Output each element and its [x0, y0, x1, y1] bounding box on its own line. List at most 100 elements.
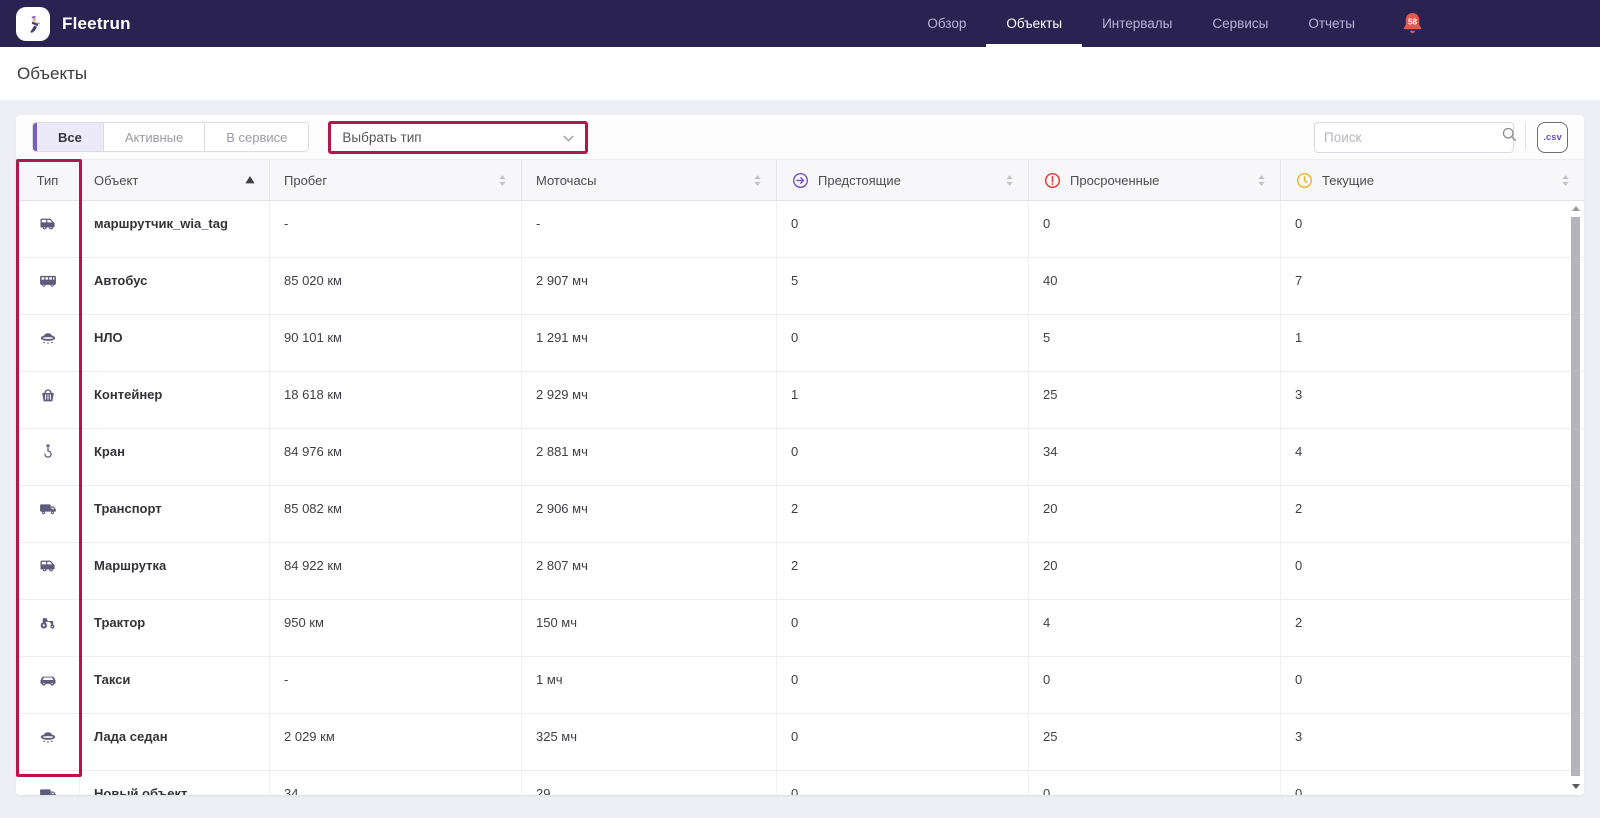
mileage-cell: - — [270, 657, 522, 713]
table-row[interactable]: Такси -1 мч 0 0 0 — [16, 657, 1584, 714]
engine-hours-cell: 29 — [522, 771, 777, 795]
column-header-upcoming[interactable]: Предстоящие — [777, 160, 1029, 200]
overdue-cell: 20 — [1029, 543, 1281, 599]
notifications-button[interactable]: 58 — [1401, 11, 1424, 36]
current-cell: 2 — [1295, 501, 1303, 516]
mileage-cell: - — [270, 201, 522, 257]
object-cell: Маршрутка — [80, 543, 270, 599]
overdue-icon — [1043, 171, 1062, 190]
sort-icon[interactable] — [1555, 174, 1570, 187]
table-row[interactable]: НЛО 90 101 км 1 291 мч 0 5 1 — [16, 315, 1584, 372]
table-row[interactable]: Лада седан 2 029 км 325 мч 0 25 3 — [16, 714, 1584, 771]
current-cell: 0 — [1295, 672, 1303, 687]
overdue-cell: 0 — [1029, 657, 1281, 713]
overdue-cell: 0 — [1029, 771, 1281, 795]
filter-tab-active[interactable]: Активные — [102, 123, 205, 151]
table-row[interactable]: Транспорт 85 082 км 2 906 мч 2 20 2 — [16, 486, 1584, 543]
current-icon — [1295, 171, 1314, 190]
sort-icon[interactable] — [1251, 174, 1266, 187]
table-row[interactable]: Новый объект 34 29 0 0 0 — [16, 771, 1584, 795]
engine-hours-cell: 2 906 мч — [522, 486, 777, 542]
nav-item-services[interactable]: Сервисы — [1192, 0, 1288, 47]
notification-count-badge: 58 — [1408, 18, 1418, 27]
overdue-cell: 25 — [1029, 372, 1281, 428]
object-cell: Кран — [80, 429, 270, 485]
title-bar: Объекты — [0, 47, 1600, 100]
table-row[interactable]: Кран 84 976 км 2 881 мч 0 34 4 — [16, 429, 1584, 486]
overdue-cell: 25 — [1029, 714, 1281, 770]
mileage-cell: 85 020 км — [270, 258, 522, 314]
upcoming-cell: 0 — [777, 771, 1029, 795]
object-cell: маршрутчик_wia_tag — [80, 201, 270, 257]
mileage-cell: 84 922 км — [270, 543, 522, 599]
upcoming-cell: 2 — [777, 486, 1029, 542]
table-body: маршрутчик_wia_tag - -0 0 0 Автобус 85 020 км 2… — [16, 201, 1584, 795]
filter-tab-in-service[interactable]: В сервисе — [204, 123, 309, 151]
mileage-cell: 2 029 км — [270, 714, 522, 770]
column-header-mileage[interactable]: Пробег — [270, 160, 522, 200]
object-cell: НЛО — [80, 315, 270, 371]
brand-name: Fleetrun — [62, 13, 131, 33]
units-card: ВсеАктивныеВ сервисе Выбрать тип .csv Ти… — [16, 115, 1584, 795]
engine-hours-cell: 325 мч — [522, 714, 777, 770]
current-cell: 7 — [1295, 273, 1303, 288]
sort-asc-icon[interactable] — [239, 176, 255, 184]
filter-tab-all[interactable]: Все — [37, 123, 103, 151]
upcoming-cell: 0 — [777, 657, 1029, 713]
current-cell: 0 — [1295, 786, 1303, 795]
column-header-object[interactable]: Объект — [80, 160, 270, 200]
current-cell: 1 — [1295, 330, 1303, 345]
nav-item-reports[interactable]: Отчеты — [1288, 0, 1375, 47]
table-row[interactable]: Контейнер 18 618 км 2 929 мч 1 25 3 — [16, 372, 1584, 429]
nav-item-units[interactable]: Объекты — [986, 0, 1082, 47]
tractor-icon — [16, 600, 80, 656]
search-icon — [1501, 126, 1518, 148]
upcoming-icon — [791, 171, 810, 190]
type-select[interactable]: Выбрать тип — [328, 120, 589, 154]
sort-icon[interactable] — [747, 174, 762, 187]
brand[interactable]: Fleetrun — [16, 6, 131, 41]
table-row[interactable]: Автобус 85 020 км 2 907 мч 5 40 7 — [16, 258, 1584, 315]
table-row[interactable]: Маршрутка 84 922 км 2 807 мч 2 20 0 — [16, 543, 1584, 600]
toolbar-divider — [1525, 124, 1526, 150]
engine-hours-cell: 1 291 мч — [522, 315, 777, 371]
fleetrun-logo-icon — [16, 6, 50, 41]
current-cell: 3 — [1295, 387, 1303, 402]
nav-item-overview[interactable]: Обзор — [907, 0, 986, 47]
export-csv-button[interactable]: .csv — [1537, 121, 1568, 153]
mileage-cell: 85 082 км — [270, 486, 522, 542]
container-icon — [16, 372, 80, 428]
search-input[interactable] — [1324, 129, 1501, 145]
toolbar: ВсеАктивныеВ сервисе Выбрать тип .csv — [16, 115, 1584, 159]
scroll-down-icon[interactable] — [1570, 781, 1581, 792]
overdue-cell: 20 — [1029, 486, 1281, 542]
column-header-current[interactable]: Текущие — [1281, 160, 1584, 200]
upcoming-cell: 0 — [777, 600, 1029, 656]
ufo-icon — [16, 714, 80, 770]
minibus-icon — [16, 201, 80, 257]
engine-hours-cell: 2 929 мч — [522, 372, 777, 428]
nav-item-intervals[interactable]: Интервалы — [1082, 0, 1192, 47]
crane-icon — [16, 429, 80, 485]
chevron-down-icon — [563, 130, 574, 145]
scroll-up-icon[interactable] — [1570, 203, 1581, 214]
object-cell: Контейнер — [80, 372, 270, 428]
truck-icon — [16, 771, 80, 795]
sort-icon[interactable] — [492, 174, 507, 187]
column-header-engine-hours[interactable]: Моточасы — [522, 160, 777, 200]
mileage-cell: 18 618 км — [270, 372, 522, 428]
upcoming-cell: 5 — [777, 258, 1029, 314]
overdue-cell: 34 — [1029, 429, 1281, 485]
table-header-row: Тип Объект Пробег Моточасы Предстоящие Просро… — [16, 159, 1584, 201]
table-row[interactable]: маршрутчик_wia_tag - -0 0 0 — [16, 201, 1584, 258]
scrollbar-thumb[interactable] — [1571, 217, 1580, 776]
column-header-overdue[interactable]: Просроченные — [1029, 160, 1281, 200]
sort-icon[interactable] — [999, 174, 1014, 187]
engine-hours-cell: 1 мч — [522, 657, 777, 713]
mileage-cell: 90 101 км — [270, 315, 522, 371]
engine-hours-cell: 2 907 мч — [522, 258, 777, 314]
column-header-type[interactable]: Тип — [16, 160, 80, 200]
vertical-scrollbar[interactable] — [1570, 203, 1581, 792]
table-row[interactable]: Трактор 950 км 150 мч 0 4 2 — [16, 600, 1584, 657]
current-cell: 0 — [1295, 216, 1303, 231]
